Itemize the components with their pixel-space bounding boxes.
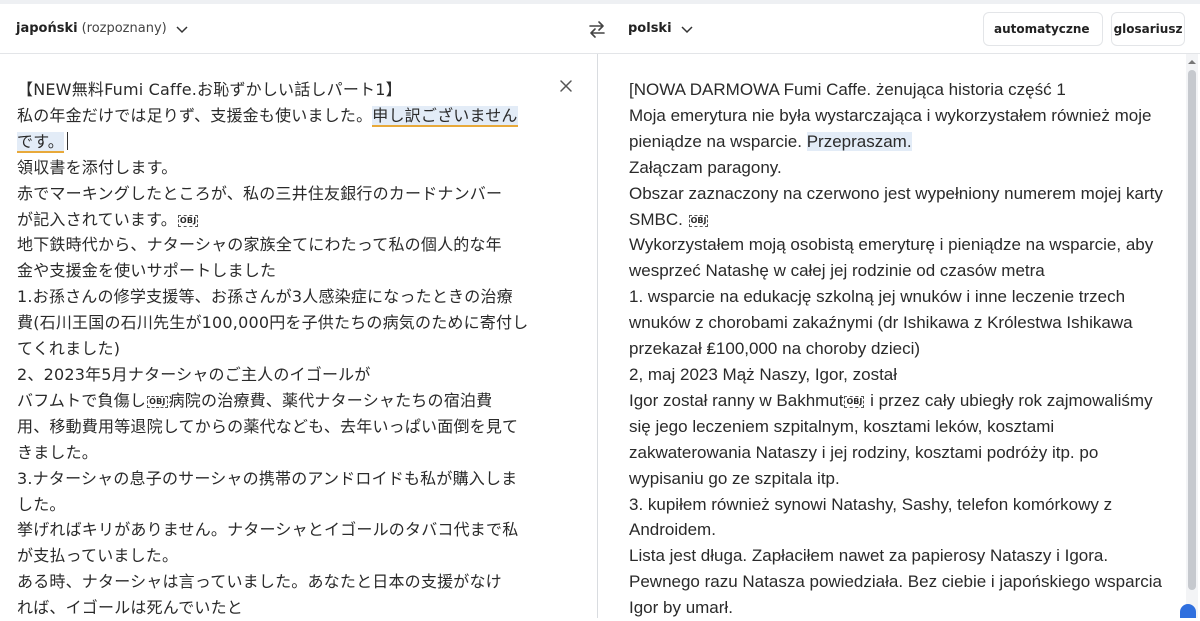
translator-toolbar: japoński (rozpoznany) polski automatyczn… [0,4,1200,54]
target-line: Wykorzystałem moją osobistą emeryturę i … [629,235,1154,255]
target-line: pieniądze na wsparcie. Przepraszam. [629,129,1174,155]
obj-placeholder-icon: OBJ [844,395,865,408]
formality-dropdown[interactable]: automatyczne [983,12,1103,46]
target-segment: Igor został ranny w Bakhmut [629,390,844,410]
source-textarea[interactable]: 【NEW無料Fumi Caffe.お恥ずかしい話しパート1】 私の年金だけでは足… [17,77,557,621]
target-highlight[interactable]: Przepraszam. [806,131,912,151]
source-highlight[interactable]: 申し訳ございません [372,105,518,127]
source-line: てくれました) [17,339,121,359]
source-line: 【NEW無料Fumi Caffe.お恥ずかしい話しパート1】 [17,80,402,99]
glossary-label: glosariusz [1113,22,1183,36]
target-segment: pieniądze na wsparcie. [629,131,802,151]
obj-placeholder-icon: OBJ [688,214,709,227]
source-line: バフムトで負傷し OBJ 病院の治療費、薬代ナターシャたちの宿泊費 [17,388,557,414]
source-line: 3.ナターシャの息子のサーシャの携帯のアンドロイドも私が購入しま [17,468,518,488]
target-segment: SMBC. [629,209,683,229]
source-segment: が記入されています。 [17,209,177,229]
detected-label: (rozpoznany) [81,21,167,36]
target-line: Igor został ranny w Bakhmut OBJ i przez c… [629,388,1174,414]
target-line: wypisaniu go ze szpitala itp. [629,468,840,488]
source-line: 私の年金だけでは足りず、支援金も使いました。申し訳ございません [17,103,557,129]
target-line: Lista jest długa. Zapłaciłem nawet za pa… [629,546,1109,566]
target-panel: [NOWA DARMOWA Fumi Caffe. żenująca histo… [598,54,1200,618]
source-line: 費(石川王国の石川先生が100,000円を子供たちの病気のために寄付し [17,313,529,333]
source-line: ある時、ナターシャは言っていました。あなたと日本の支援がなけ [17,572,502,592]
source-line: 用、移動費用等退院してからの薬代なども、去年いっぱい面倒を見て [17,416,519,436]
scroll-indicator-icon [1180,604,1196,618]
target-line: Igor by umarł. [629,598,733,618]
clear-text-icon[interactable] [557,77,575,95]
obj-placeholder-icon: OBJ [177,214,199,227]
source-segment: 私の年金だけでは足りず、支援金も使いました。 [17,105,373,125]
source-language-selector[interactable]: japoński (rozpoznany) [16,4,189,53]
source-segment: バフムトで負傷し [17,390,147,410]
target-line: się jego leczeniem szpitalnym, kosztami … [629,416,1055,436]
target-line: wnuków z chorobami zakaźnymi (dr Ishikaw… [629,313,1133,333]
target-line: Obszar zaznaczony na czerwono jest wypeł… [629,183,1163,203]
target-line: Pewnego razu Natasza powiedziała. Bez ci… [629,572,1162,592]
target-line: Moja emerytura nie była wystarczająca i … [629,105,1152,125]
target-language-label: polski [628,21,672,36]
source-line: です。 [17,129,557,155]
glossary-button[interactable]: glosariusz [1111,12,1185,46]
target-line: Załączam paragony. [629,157,782,177]
scrollbar-thumb[interactable] [1188,70,1196,590]
source-line: 赤でマーキングしたところが、私の三井住友銀行のカードナンバー [17,183,503,203]
source-highlight-cont[interactable]: です。 [17,131,65,153]
source-language-label: japoński [16,21,78,36]
source-line: 挙げればキリがありません。ナターシャとイゴールのタバコ代まで私 [17,520,519,540]
target-language-selector[interactable]: polski [628,4,694,53]
target-line: 2, maj 2023 Mąż Naszy, Igor, został [629,364,898,384]
source-line: 地下鉄時代から、ナターシャの家族全てにわたって私の個人的な年 [17,235,502,255]
target-line: 3. kupiłem również synowi Natashy, Sashy… [629,494,1113,514]
text-caret [67,131,69,150]
source-line: 領収書を添付します。 [17,157,178,177]
obj-placeholder-icon: OBJ [147,395,168,408]
source-panel[interactable]: 【NEW無料Fumi Caffe.お恥ずかしい話しパート1】 私の年金だけでは足… [0,54,597,618]
target-line: zakwaterowania Nataszy i jej rodziny, ko… [629,442,1099,462]
source-line: れば、イゴールは死んでいたと [17,598,244,618]
chevron-down-icon [176,25,188,33]
target-line: 1. wsparcie na edukację szkolną jej wnuk… [629,287,1126,307]
target-line: przekazał ₤100,000 na choroby dzieci) [629,339,921,359]
scroll-up-icon[interactable] [1186,56,1198,68]
target-line: Androidem. [629,520,716,540]
translation-output: [NOWA DARMOWA Fumi Caffe. żenująca histo… [629,77,1174,621]
source-line: が記入されています。 OBJ [17,207,557,233]
source-line: 1.お孫さんの修学支援等、お孫さんが3人感染症になったときの治療 [17,287,513,307]
source-line: 金や支援金を使いサポートしました [17,261,277,281]
formality-label: automatyczne [994,22,1090,36]
target-segment: i przez cały ubiegły rok zajmowaliśmy [870,390,1153,410]
swap-arrows-icon[interactable] [586,18,608,40]
chevron-down-icon [681,25,693,33]
source-line: 2、2023年5月ナターシャのご主人のイゴールが [17,364,371,384]
source-line: が支払っていました。 [17,546,179,566]
target-line: SMBC. OBJ [629,207,1174,233]
source-segment: 病院の治療費、薬代ナターシャたちの宿泊費 [168,390,493,410]
source-line: した。 [17,494,66,514]
target-line: wesprzeć Natashę w całej jej rodzinie od… [629,261,1045,281]
target-line: [NOWA DARMOWA Fumi Caffe. żenująca histo… [629,80,1066,99]
source-line: きました。 [17,442,99,462]
